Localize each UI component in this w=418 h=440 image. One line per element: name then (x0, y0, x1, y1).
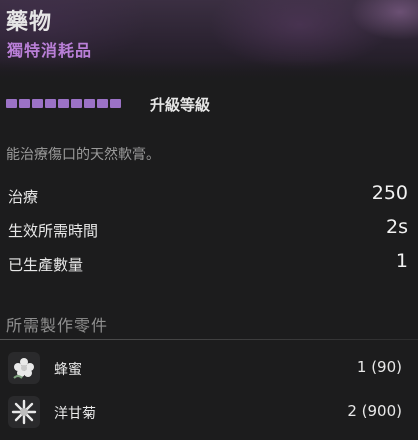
stat-label: 已生產數量 (8, 256, 84, 274)
stat-row-healing: 治療 250 (0, 182, 418, 208)
upgrade-level-label: 升級等級 (150, 96, 211, 114)
stat-label: 生效所需時間 (8, 222, 99, 240)
stat-row-produced-amount: 已生產數量 1 (0, 250, 418, 276)
component-quantity: 2 (900) (347, 402, 402, 420)
item-rarity-subtitle: 獨特消耗品 (7, 41, 93, 60)
upgrade-pip (97, 99, 108, 108)
upgrade-pip (58, 99, 69, 108)
component-quantity: 1 (90) (356, 358, 402, 376)
component-row-honey: 蜂蜜 1 (90) (0, 350, 418, 390)
upgrade-pip (6, 99, 17, 108)
upgrade-pip (110, 99, 121, 108)
honey-flower-icon (8, 352, 40, 384)
component-name: 洋甘菊 (54, 406, 96, 422)
stat-label: 治療 (8, 188, 39, 206)
stat-row-use-time: 生效所需時間 2s (0, 216, 418, 242)
stat-value: 1 (395, 250, 408, 272)
components-section-title: 所需製作零件 (6, 316, 109, 335)
chamomile-flower-icon (8, 396, 40, 428)
section-divider (0, 339, 418, 340)
item-header: 藥物 獨特消耗品 (0, 0, 418, 82)
upgrade-pip (71, 99, 82, 108)
item-title: 藥物 (6, 10, 53, 35)
component-row-chamomile: 洋甘菊 2 (900) (0, 394, 418, 434)
item-description: 能治療傷口的天然軟膏。 (6, 147, 160, 163)
stat-value: 250 (371, 182, 408, 204)
upgrade-pip (84, 99, 95, 108)
upgrade-pip (19, 99, 30, 108)
upgrade-pip (45, 99, 56, 108)
component-name: 蜂蜜 (54, 362, 82, 378)
upgrade-pip (32, 99, 43, 108)
stat-value: 2s (386, 216, 408, 238)
upgrade-level-row: 升級等級 (6, 93, 406, 115)
